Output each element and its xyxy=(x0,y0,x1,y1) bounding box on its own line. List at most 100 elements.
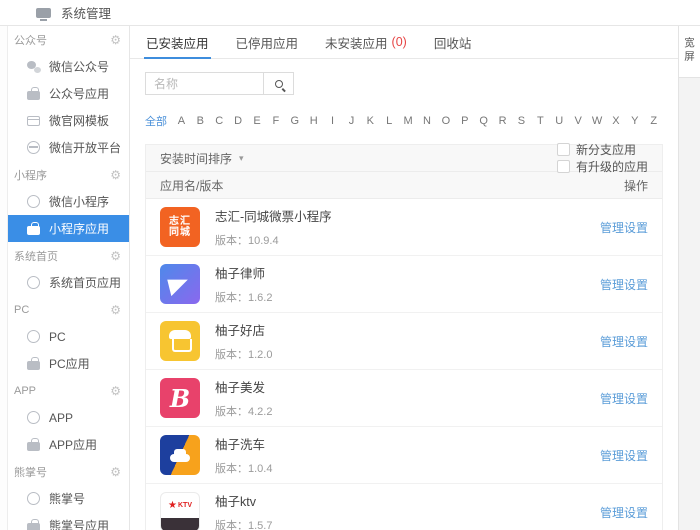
alphabet-letter[interactable]: C xyxy=(210,115,229,127)
gear-icon[interactable]: ⚙ xyxy=(110,169,121,181)
sidebar-item[interactable]: 微信开放平台 xyxy=(8,134,129,161)
sidebar-item[interactable]: PC xyxy=(8,323,129,350)
main-area: 已安装应用 已停用应用 未安装应用 (0) 回收站 全部 ABCDEFGHIJK… xyxy=(130,26,678,530)
alphabet-letter[interactable]: H xyxy=(304,115,323,127)
wechat-miniprogram-icon xyxy=(27,195,40,208)
tab[interactable]: 已安装应用 xyxy=(146,26,209,58)
gear-icon[interactable]: ⚙ xyxy=(110,34,121,46)
alphabet-letter[interactable]: J xyxy=(342,115,361,127)
app-name: 柚子律师 xyxy=(215,263,600,282)
wechat-open-platform-icon xyxy=(27,141,40,154)
sidebar-item[interactable]: APP应用 xyxy=(8,431,129,458)
gear-icon[interactable]: ⚙ xyxy=(110,304,121,316)
alphabet-letter[interactable]: Z xyxy=(644,115,663,127)
search-bar xyxy=(145,72,663,95)
alphabet-letter[interactable]: D xyxy=(229,115,248,127)
manage-settings-link[interactable]: 管理设置 xyxy=(600,276,648,293)
search-icon xyxy=(275,80,283,88)
sidebar-section-header: PC ⚙ xyxy=(8,296,129,323)
table-row: 志汇同城 志汇-同城微票小程序 版本：10.9.4 管理设置 xyxy=(146,199,662,256)
column-header-name: 应用名/版本 xyxy=(160,177,624,194)
alphabet-letter[interactable]: P xyxy=(455,115,474,127)
alphabet-letter[interactable]: N xyxy=(418,115,437,127)
table-row: 柚子律师 版本：1.6.2 管理设置 xyxy=(146,256,662,313)
star-icon: ★ xyxy=(168,500,177,511)
alphabet-letter[interactable]: B xyxy=(191,115,210,127)
table-row: 柚子好店 版本：1.2.0 管理设置 xyxy=(146,313,662,370)
tab[interactable]: 回收站 xyxy=(434,26,472,58)
alphabet-letter[interactable]: M xyxy=(399,115,418,127)
sort-dropdown[interactable]: 安装时间排序 ▾ xyxy=(160,150,244,167)
alphabet-letter[interactable]: E xyxy=(248,115,267,127)
official-account-app-icon xyxy=(27,91,40,100)
table-row: B 柚子美发 版本：4.2.2 管理设置 xyxy=(146,370,662,427)
sidebar-item[interactable]: 公众号应用 xyxy=(8,80,129,107)
widescreen-toggle[interactable]: 宽屏 xyxy=(679,26,700,78)
alphabet-letter[interactable]: A xyxy=(172,115,191,127)
page-title: 系统管理 xyxy=(61,3,111,22)
tab[interactable]: 未安装应用 (0) xyxy=(325,26,407,58)
carwash-icon xyxy=(160,435,200,475)
tab-bar: 已安装应用 已停用应用 未安装应用 (0) 回收站 xyxy=(130,26,678,59)
app-app-icon xyxy=(27,442,40,451)
app-icon xyxy=(27,411,40,424)
sidebar-item[interactable]: 熊掌号应用 xyxy=(8,512,129,530)
alphabet-letter[interactable]: I xyxy=(323,115,342,127)
app-version: 版本：1.0.4 xyxy=(215,460,600,476)
alphabet-letter[interactable]: R xyxy=(493,115,512,127)
manage-settings-link[interactable]: 管理设置 xyxy=(600,390,648,407)
alphabet-letter[interactable]: Y xyxy=(625,115,644,127)
alphabet-letter[interactable]: X xyxy=(606,115,625,127)
system-home-app-icon xyxy=(27,276,40,289)
miniprogram-app-icon xyxy=(27,226,40,235)
sidebar-section-header: 熊掌号 ⚙ xyxy=(8,458,129,485)
manage-settings-link[interactable]: 管理设置 xyxy=(600,504,648,521)
alphabet-letter[interactable]: U xyxy=(550,115,569,127)
sidebar-item[interactable]: 小程序应用 xyxy=(8,215,129,242)
wechat-official-account-icon xyxy=(27,61,41,73)
sidebar-item[interactable]: 微信公众号 xyxy=(8,53,129,80)
alphabet-letter[interactable]: W xyxy=(588,115,607,127)
alphabet-letter[interactable]: Q xyxy=(474,115,493,127)
tab[interactable]: 已停用应用 xyxy=(236,26,299,58)
search-button[interactable] xyxy=(263,72,294,95)
alphabet-letter[interactable]: V xyxy=(569,115,588,127)
sidebar-section-header: 公众号 ⚙ xyxy=(8,26,129,53)
alphabet-letter[interactable]: T xyxy=(531,115,550,127)
alphabet-letter[interactable]: S xyxy=(512,115,531,127)
filter-checkbox[interactable]: 有升级的应用 xyxy=(557,158,648,175)
alphabet-letter[interactable]: F xyxy=(266,115,285,127)
sidebar-item[interactable]: 微官网模板 xyxy=(8,107,129,134)
gear-icon[interactable]: ⚙ xyxy=(110,466,121,478)
bear-paw-icon xyxy=(27,492,40,505)
sidebar-item[interactable]: 系统首页应用 xyxy=(8,269,129,296)
alphabet-letter[interactable]: O xyxy=(436,115,455,127)
filter-checkbox[interactable]: 新分支应用 xyxy=(557,141,648,158)
sidebar-item[interactable]: PC应用 xyxy=(8,350,129,377)
search-input[interactable] xyxy=(145,72,263,95)
right-edge-rail: 宽屏 xyxy=(678,26,700,530)
manage-settings-link[interactable]: 管理设置 xyxy=(600,447,648,464)
sidebar-item[interactable]: APP xyxy=(8,404,129,431)
app-list-panel: 安装时间排序 ▾ 新分支应用 有升级的应用 应用名/版本 操作 志汇同城 志 xyxy=(145,144,663,530)
gear-icon[interactable]: ⚙ xyxy=(110,250,121,262)
manage-settings-link[interactable]: 管理设置 xyxy=(600,333,648,350)
checkbox-icon[interactable] xyxy=(557,143,570,156)
table-header: 应用名/版本 操作 xyxy=(146,172,662,199)
zhihui-icon: 志汇同城 xyxy=(160,207,200,247)
tab-count-badge: (0) xyxy=(392,35,407,49)
app-name: 志汇-同城微票小程序 xyxy=(215,206,600,225)
app-name: 柚子洗车 xyxy=(215,434,600,453)
sidebar-item[interactable]: 微信小程序 xyxy=(8,188,129,215)
alphabet-letter[interactable]: L xyxy=(380,115,399,127)
sidebar-item[interactable]: 熊掌号 xyxy=(8,485,129,512)
microsite-template-icon xyxy=(27,116,40,126)
alphabet-all[interactable]: 全部 xyxy=(145,113,167,129)
gear-icon[interactable]: ⚙ xyxy=(110,385,121,397)
manage-settings-link[interactable]: 管理设置 xyxy=(600,219,648,236)
table-row: 柚子洗车 版本：1.0.4 管理设置 xyxy=(146,427,662,484)
alphabet-letter[interactable]: K xyxy=(361,115,380,127)
checkbox-icon[interactable] xyxy=(557,160,570,173)
alphabet-letter[interactable]: G xyxy=(285,115,304,127)
list-toolbar: 安装时间排序 ▾ 新分支应用 有升级的应用 xyxy=(146,145,662,172)
